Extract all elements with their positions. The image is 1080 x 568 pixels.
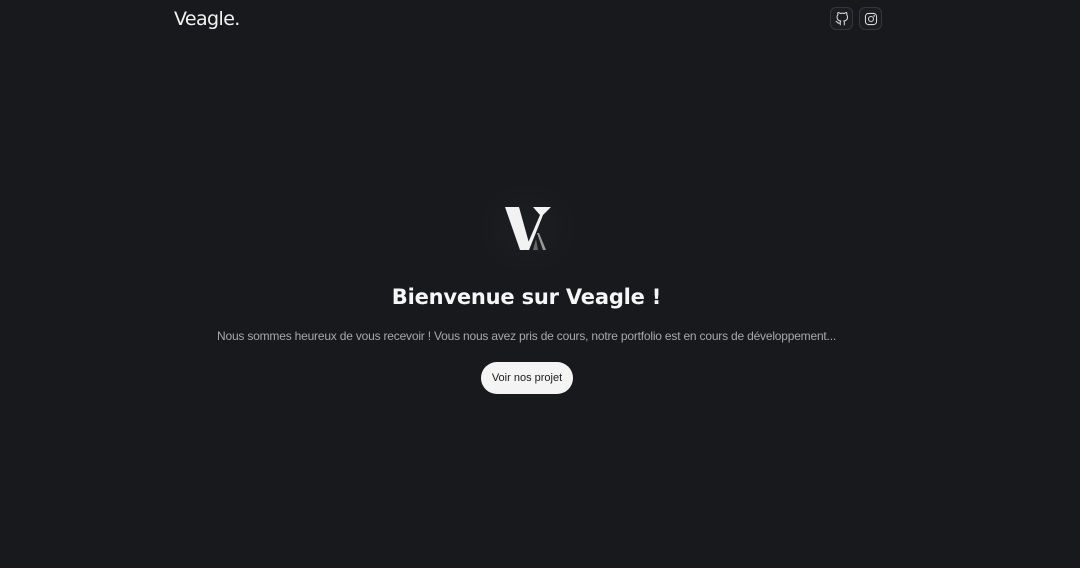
veagle-logo-icon: [505, 207, 551, 250]
view-projects-button[interactable]: Voir nos projet: [481, 362, 573, 394]
hero-description: Nous sommes heureux de vous recevoir ! V…: [217, 329, 836, 343]
hero-title: Bienvenue sur Veagle !: [391, 285, 662, 309]
page: Veagle. Bienvenue sur Veagle ! Nous somm…: [0, 0, 1080, 568]
hero-logo-tile: [482, 186, 574, 270]
hero-section: Bienvenue sur Veagle ! Nous sommes heure…: [0, 0, 1080, 568]
